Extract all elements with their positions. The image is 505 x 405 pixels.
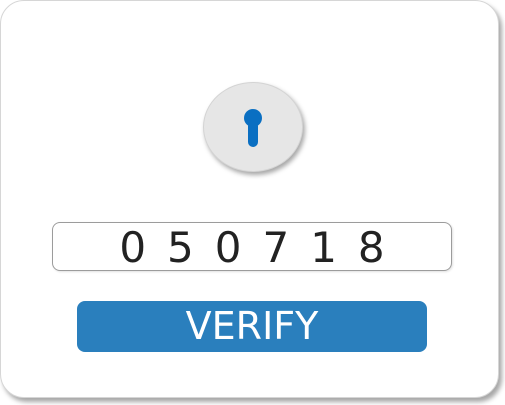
verify-button[interactable]: VERIFY bbox=[77, 301, 427, 352]
code-field[interactable]: 050718 bbox=[52, 222, 452, 272]
verification-card: 050718 VERIFY bbox=[0, 0, 499, 398]
code-value: 050718 bbox=[119, 223, 406, 272]
keyhole-icon bbox=[244, 109, 262, 147]
lock-badge bbox=[203, 82, 303, 172]
